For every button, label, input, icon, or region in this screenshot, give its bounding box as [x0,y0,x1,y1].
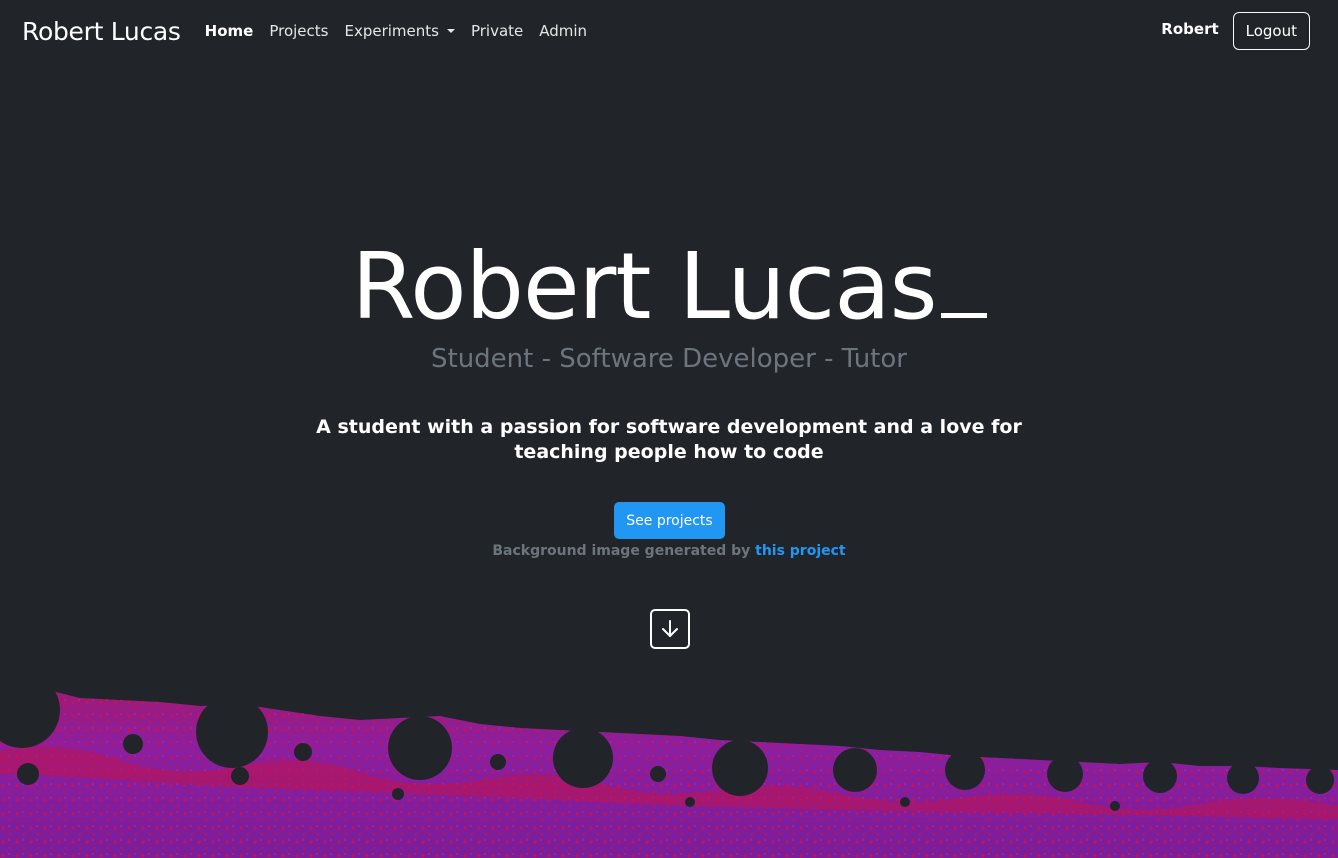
brand-link[interactable]: Robert Lucas [22,17,181,46]
nav-item-private[interactable]: Private [463,22,531,40]
navbar: Robert Lucas Home Projects Experiments P… [0,0,1338,62]
logout-button[interactable]: Logout [1232,12,1310,50]
fractal-background [0,672,1338,858]
nav-item-home[interactable]: Home [197,22,262,40]
nav-item-experiments-label: Experiments [344,22,439,40]
current-user-name: Robert [1161,20,1219,38]
hero-title: Robert Lucas [0,232,1338,342]
scroll-down-button[interactable] [650,609,690,649]
nav-right: Robert Logout [1161,12,1310,50]
credit-link[interactable]: this project [755,543,846,559]
arrow-down-icon [662,620,678,637]
see-projects-button[interactable]: See projects [614,502,725,539]
fractal-texture [0,684,1338,858]
background-credit: Background image generated by this proje… [0,543,1338,559]
page: Robert Lucas Home Projects Experiments P… [0,0,1338,858]
nav-links: Home Projects Experiments Private Admin [197,22,595,40]
typing-cursor [940,313,987,318]
nav-item-admin[interactable]: Admin [531,22,595,40]
nav-item-projects[interactable]: Projects [261,22,336,40]
nav-item-experiments[interactable]: Experiments [336,22,462,40]
hero-title-text: Robert Lucas [351,233,937,340]
credit-text: Background image generated by [492,543,756,559]
hero-subtitle: Student - Software Developer - Tutor [431,344,907,374]
hero-description: A student with a passion for software de… [316,416,1022,463]
caret-down-icon [446,28,455,33]
